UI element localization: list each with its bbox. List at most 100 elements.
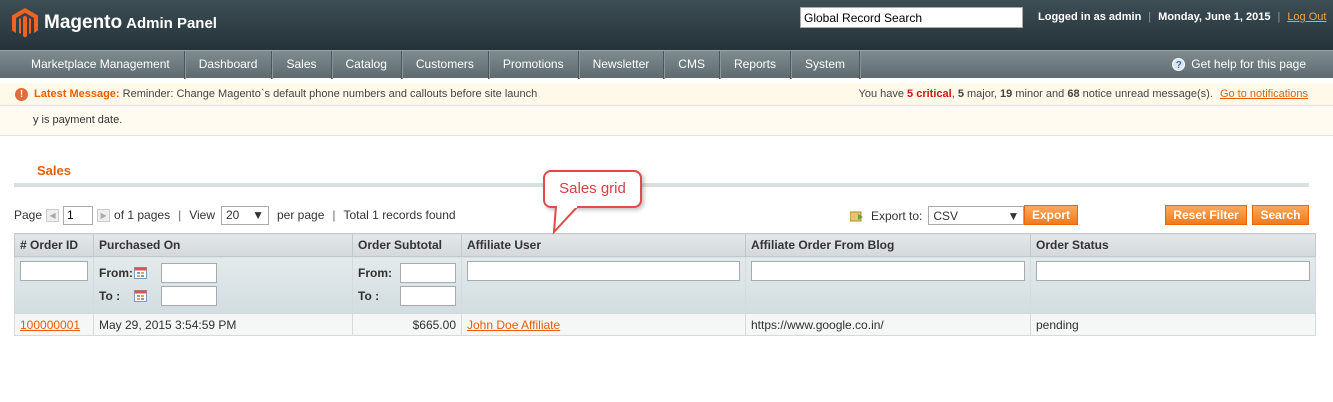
notice-text: notice unread message(s).: [1082, 88, 1213, 100]
column-header-affiliate-order-from-blog[interactable]: Affiliate Order From Blog: [745, 233, 1031, 257]
column-header-order-id[interactable]: # Order ID: [14, 233, 94, 257]
subtotal-from-filter: From:: [358, 261, 456, 284]
sales-grid: # Order ID Purchased On Order Subtotal A…: [14, 233, 1316, 336]
blog-cell: https://www.google.co.in/: [745, 313, 1031, 336]
export-icon: [850, 211, 863, 221]
divider: |: [1277, 11, 1281, 23]
view-label: View: [189, 208, 215, 222]
subtotal-from-input[interactable]: [400, 262, 456, 283]
chevron-down-icon: ▼: [1007, 208, 1020, 223]
header-bar: MagentoAdmin Panel Logged in as admin | Mo…: [0, 0, 1333, 50]
export-to-label: Export to:: [871, 208, 923, 223]
nav-item-customers[interactable]: Customers: [402, 51, 489, 79]
total-records-text: Total 1 records found: [343, 208, 456, 222]
per-page-value: 20: [226, 208, 240, 222]
of-pages-text: of 1 pages: [114, 208, 171, 222]
column-header-order-subtotal[interactable]: Order Subtotal: [352, 233, 462, 257]
logout-link[interactable]: Log Out: [1287, 11, 1326, 23]
purchased-from-filter: From:: [99, 261, 347, 284]
subtotal-to-filter: To :: [358, 284, 456, 307]
nav-item-reports[interactable]: Reports: [720, 51, 791, 79]
minor-count: 19: [1000, 88, 1013, 100]
prev-page-icon[interactable]: ◀: [46, 208, 60, 222]
column-header-affiliate-user[interactable]: Affiliate User: [461, 233, 746, 257]
order-status-filter-input[interactable]: [1036, 261, 1310, 281]
logged-in-text: Logged in as admin: [1038, 11, 1142, 23]
calendar-icon[interactable]: [134, 289, 147, 302]
header-date: Monday, June 1, 2015: [1158, 11, 1271, 23]
major-text: major,: [967, 88, 997, 100]
critical-count: 5 critical: [907, 88, 952, 100]
column-header-purchased-on[interactable]: Purchased On: [93, 233, 353, 257]
grid-filter-row: From: To : From: To :: [14, 256, 1316, 314]
help-link-label: Get help for this page: [1191, 57, 1306, 71]
nav-item-promotions[interactable]: Promotions: [489, 51, 579, 79]
divider: |: [178, 208, 182, 222]
nav-item-dashboard[interactable]: Dashboard: [185, 51, 273, 79]
global-search-input[interactable]: [800, 7, 1023, 28]
nav-item-cms[interactable]: CMS: [664, 51, 720, 79]
per-page-select[interactable]: 20 ▼: [221, 205, 269, 225]
grid-pager: Page ◀ ▶ of 1 pages | View 20▼ per page …: [14, 205, 456, 225]
divider: |: [332, 208, 336, 222]
header-user-info: Logged in as admin | Monday, June 1, 2015 |…: [1038, 11, 1326, 23]
latest-message: Latest Message: Reminder: Change Magento…: [34, 83, 537, 105]
from-label: From:: [358, 265, 392, 280]
nav-item-system[interactable]: System: [791, 51, 860, 79]
major-count: 5: [957, 88, 964, 100]
affiliate-user-link[interactable]: John Doe Affiliate: [467, 318, 560, 332]
to-label: To :: [358, 288, 380, 303]
title-divider: [14, 183, 1309, 187]
system-message-bar: ! Latest Message: Reminder: Change Magen…: [0, 83, 1333, 106]
subtotal-to-input[interactable]: [400, 285, 456, 306]
from-label: From:: [99, 265, 133, 280]
export-button[interactable]: Export: [1024, 205, 1078, 225]
search-button[interactable]: Search: [1252, 205, 1309, 225]
logo-sub-text: Admin Panel: [126, 15, 217, 32]
purchased-from-input[interactable]: [161, 262, 217, 283]
chevron-down-icon: ▼: [252, 208, 264, 222]
alert-icon: !: [15, 88, 28, 101]
next-page-icon[interactable]: ▶: [97, 208, 111, 222]
help-icon: ?: [1172, 58, 1186, 71]
go-to-notifications-link[interactable]: Go to notifications: [1220, 88, 1308, 100]
logo-main-text: Magento: [44, 12, 123, 33]
subtotal-cell: $665.00: [352, 313, 462, 336]
page-title: Sales: [37, 163, 71, 178]
purchased-to-filter: To :: [99, 284, 347, 307]
latest-message-text: Reminder: Change Magento`s default phone…: [122, 88, 538, 100]
you-have-text: You have: [858, 88, 904, 100]
page-number-input[interactable]: [63, 205, 94, 225]
to-label: To :: [99, 288, 121, 303]
grid-header-row: # Order ID Purchased On Order Subtotal A…: [14, 233, 1316, 257]
affiliate-user-filter-input[interactable]: [467, 261, 740, 281]
blog-filter-input[interactable]: [751, 261, 1025, 281]
column-header-order-status[interactable]: Order Status: [1030, 233, 1316, 257]
help-link[interactable]: ? Get help for this page: [1172, 51, 1306, 78]
export-controls: Export to: CSV ▼: [850, 206, 1025, 225]
nav-item-newsletter[interactable]: Newsletter: [579, 51, 665, 79]
latest-message-label: Latest Message:: [34, 88, 120, 100]
purchased-on-cell: May 29, 2015 3:54:59 PM: [93, 313, 353, 336]
sales-grid-callout: Sales grid: [543, 170, 642, 208]
message-counts: You have 5 critical, 5 major, 19 minor a…: [858, 88, 1309, 100]
magento-logo[interactable]: Magento Admin Panel: [12, 8, 217, 38]
magento-logo-icon: [12, 8, 38, 38]
export-format-value: CSV: [933, 208, 959, 223]
export-format-select[interactable]: CSV ▼: [928, 206, 1025, 225]
order-id-filter-input[interactable]: [20, 261, 88, 281]
table-row[interactable]: 100000001 May 29, 2015 3:54:59 PM $665.0…: [14, 313, 1316, 336]
nav-item-catalog[interactable]: Catalog: [332, 51, 402, 79]
nav-item-marketplace-management[interactable]: Marketplace Management: [17, 51, 185, 79]
reset-filter-button[interactable]: Reset Filter: [1165, 205, 1247, 225]
minor-text: minor and: [1015, 88, 1065, 100]
notice-banner-text: y is payment date.: [33, 114, 123, 126]
order-id-link[interactable]: 100000001: [20, 318, 80, 332]
notice-banner: y is payment date.: [0, 107, 1333, 136]
page-label: Page: [14, 208, 43, 222]
nav-item-sales[interactable]: Sales: [272, 51, 332, 79]
calendar-icon[interactable]: [134, 266, 147, 279]
notice-count: 68: [1067, 88, 1080, 100]
divider: |: [1148, 11, 1152, 23]
purchased-to-input[interactable]: [161, 285, 217, 306]
